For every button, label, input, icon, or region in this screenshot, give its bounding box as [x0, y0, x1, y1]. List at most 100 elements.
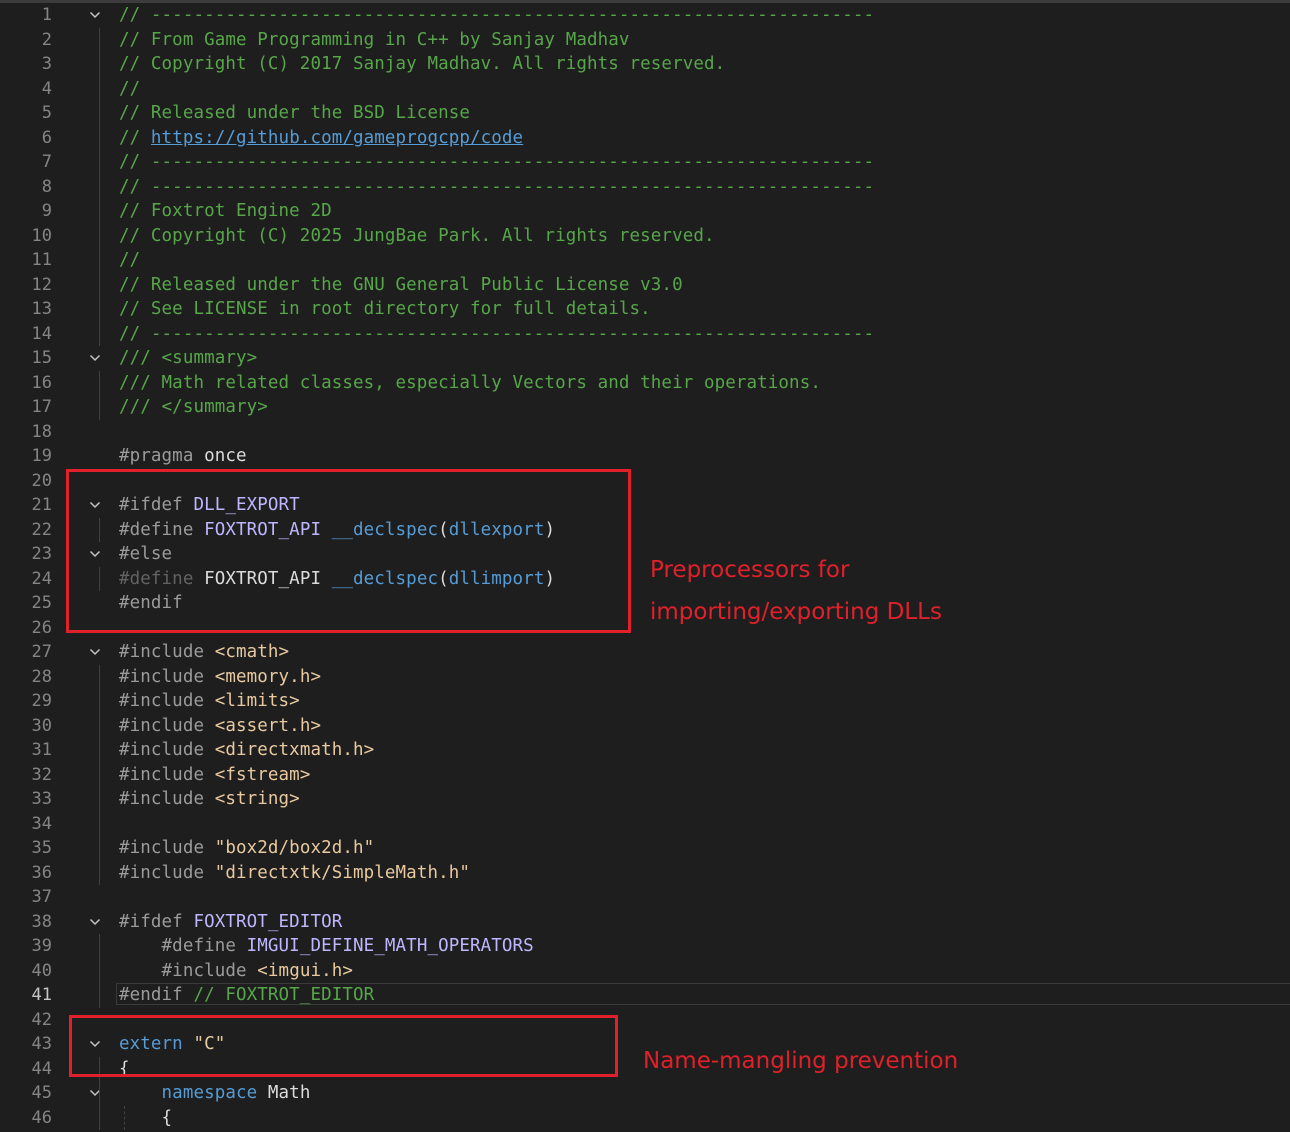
code-text[interactable]: // Released under the GNU General Public… — [119, 273, 683, 298]
code-text[interactable]: #pragma once — [119, 444, 247, 469]
code-token: // -------------------------------------… — [119, 323, 875, 344]
code-text[interactable]: /// <summary> — [119, 346, 257, 371]
code-text[interactable]: #include <imgui.h> — [119, 959, 353, 984]
code-line[interactable]: 9 // Foxtrot Engine 2D — [0, 199, 1290, 224]
code-line[interactable]: 10 // Copyright (C) 2025 JungBae Park. Al… — [0, 223, 1290, 249]
code-line[interactable]: 14 // -----------------------------------… — [0, 321, 1290, 347]
code-text[interactable]: // Copyright (C) 2025 JungBae Park. All … — [119, 224, 715, 249]
code-line[interactable]: 5 // Released under the BSD License — [0, 101, 1290, 126]
code-line[interactable]: 13 // See LICENSE in root directory for f… — [0, 297, 1290, 322]
code-line[interactable]: 45 namespace Math — [0, 1081, 1290, 1106]
code-text[interactable]: // See LICENSE in root directory for ful… — [119, 297, 651, 322]
code-line[interactable]: 32 #include <fstream> — [0, 762, 1290, 788]
chevron-down-icon[interactable] — [89, 352, 101, 364]
code-line[interactable]: 38 #ifdef FOXTROT_EDITOR — [0, 910, 1290, 935]
line-number: 15 — [31, 348, 52, 368]
indent-guide — [99, 52, 100, 77]
code-text[interactable]: // Released under the BSD License — [119, 101, 470, 126]
code-line[interactable]: 2 // From Game Programming in C++ by Sanj… — [0, 27, 1290, 53]
code-line[interactable]: 40 #include <imgui.h> — [0, 958, 1290, 984]
code-token: FOXTROT_EDITOR — [193, 911, 343, 932]
chevron-down-icon[interactable] — [89, 916, 101, 928]
code-line[interactable]: 7 // ------------------------------------… — [0, 150, 1290, 175]
code-line[interactable]: 15 /// <summary> — [0, 346, 1290, 371]
code-text[interactable]: // Foxtrot Engine 2D — [119, 199, 332, 224]
line-number: 18 — [31, 421, 52, 442]
indent-guide — [99, 76, 100, 101]
code-text[interactable]: #include <limits> — [119, 689, 300, 714]
code-line[interactable]: 18 — [0, 420, 1290, 445]
code-text[interactable]: // https://github.com/gameprogcpp/code — [119, 126, 523, 151]
code-text[interactable]: #include <memory.h> — [119, 665, 321, 690]
code-line[interactable]: 41 #endif // FOXTROT_EDITOR — [0, 983, 1290, 1008]
code-token: // — [119, 250, 141, 270]
code-line[interactable]: 17 /// </summary> — [0, 395, 1290, 420]
code-token: #include — [119, 789, 215, 809]
line-number: 13 — [31, 299, 52, 319]
code-text[interactable]: #endif // FOXTROT_EDITOR — [119, 983, 374, 1008]
code-text[interactable]: #include "directxtk/SimpleMath.h" — [119, 861, 470, 886]
chevron-down-icon[interactable] — [89, 9, 101, 21]
code-token: /// <summary> — [119, 348, 258, 368]
code-line[interactable]: 35 #include "box2d/box2d.h" — [0, 836, 1290, 861]
code-line[interactable]: 27 #include <cmath> — [0, 640, 1290, 665]
code-line[interactable]: 12 // Released under the GNU General Publ… — [0, 272, 1290, 298]
code-text[interactable]: /// </summary> — [119, 395, 268, 420]
code-line[interactable]: 3 // Copyright (C) 2017 Sanjay Madhav. Al… — [0, 52, 1290, 77]
code-line[interactable]: 37 — [0, 885, 1290, 910]
line-number: 4 — [41, 78, 52, 99]
code-text[interactable]: // -------------------------------------… — [119, 150, 874, 175]
code-line[interactable]: 1 // ------------------------------------… — [0, 3, 1290, 28]
code-line[interactable]: 30 #include <assert.h> — [0, 713, 1290, 739]
annotation-box-dll — [66, 469, 631, 633]
code-line[interactable]: 46 { — [0, 1105, 1290, 1131]
code-text[interactable]: // -------------------------------------… — [119, 175, 874, 200]
code-text[interactable]: #include "box2d/box2d.h" — [119, 836, 374, 861]
code-text[interactable]: // From Game Programming in C++ by Sanja… — [119, 28, 630, 53]
code-text[interactable]: namespace Math — [119, 1081, 311, 1106]
code-line[interactable]: 28 #include <memory.h> — [0, 664, 1290, 690]
code-text[interactable]: #include <cmath> — [119, 640, 289, 665]
code-line[interactable]: 39 #define IMGUI_DEFINE_MATH_OPERATORS — [0, 934, 1290, 959]
code-text[interactable]: #include <string> — [119, 787, 300, 812]
code-line[interactable]: 8 // ------------------------------------… — [0, 174, 1290, 200]
code-line[interactable]: 19 #pragma once — [0, 444, 1290, 469]
code-line[interactable]: 34 — [0, 811, 1290, 836]
code-token: <memory.h> — [214, 666, 322, 687]
code-line[interactable]: 36 #include "directxtk/SimpleMath.h" — [0, 860, 1290, 886]
line-number: 28 — [31, 666, 52, 687]
code-token: once — [204, 446, 247, 466]
line-number: 34 — [31, 813, 52, 834]
code-line[interactable]: 4 // — [0, 76, 1290, 102]
code-line[interactable]: 31 #include <directxmath.h> — [0, 738, 1290, 763]
indent-guide — [99, 811, 100, 836]
code-text[interactable]: // -------------------------------------… — [119, 322, 874, 347]
annotation-mangling: Name-mangling prevention — [643, 1048, 959, 1074]
code-text[interactable]: #define IMGUI_DEFINE_MATH_OPERATORS — [119, 934, 534, 959]
indent-guide — [99, 689, 100, 714]
code-text[interactable]: #include <directxmath.h> — [119, 738, 374, 763]
code-text[interactable]: // — [119, 248, 140, 273]
code-line[interactable]: 29 #include <limits> — [0, 689, 1290, 714]
code-link[interactable]: https://github.com/gameprogcpp/code — [151, 128, 523, 148]
code-text[interactable]: #include <fstream> — [119, 763, 310, 788]
code-text[interactable]: // -------------------------------------… — [119, 3, 874, 28]
code-text[interactable]: // Copyright (C) 2017 Sanjay Madhav. All… — [119, 52, 725, 77]
indent-guide — [99, 958, 100, 983]
code-text[interactable]: // — [119, 77, 140, 102]
code-token: // Released under the GNU General Public… — [119, 274, 683, 295]
code-line[interactable]: 6 // https://github.com/gameprogcpp/code — [0, 125, 1290, 151]
annotation-dll-line1: Preprocessors for — [650, 557, 850, 583]
code-text[interactable]: /// Math related classes, especially Vec… — [119, 371, 821, 396]
code-line[interactable]: 33 #include <string> — [0, 787, 1290, 812]
code-text[interactable]: { — [119, 1106, 173, 1131]
code-token: // Copyright (C) 2017 Sanjay Madhav. All… — [119, 54, 726, 74]
code-text[interactable]: #ifdef FOXTROT_EDITOR — [119, 910, 342, 935]
code-line[interactable]: 16 /// Math related classes, especially V… — [0, 370, 1290, 396]
code-line[interactable]: 11 // — [0, 248, 1290, 273]
chevron-down-icon[interactable] — [89, 646, 101, 658]
code-text[interactable]: #include <assert.h> — [119, 714, 321, 739]
indent-guide — [99, 983, 100, 1008]
